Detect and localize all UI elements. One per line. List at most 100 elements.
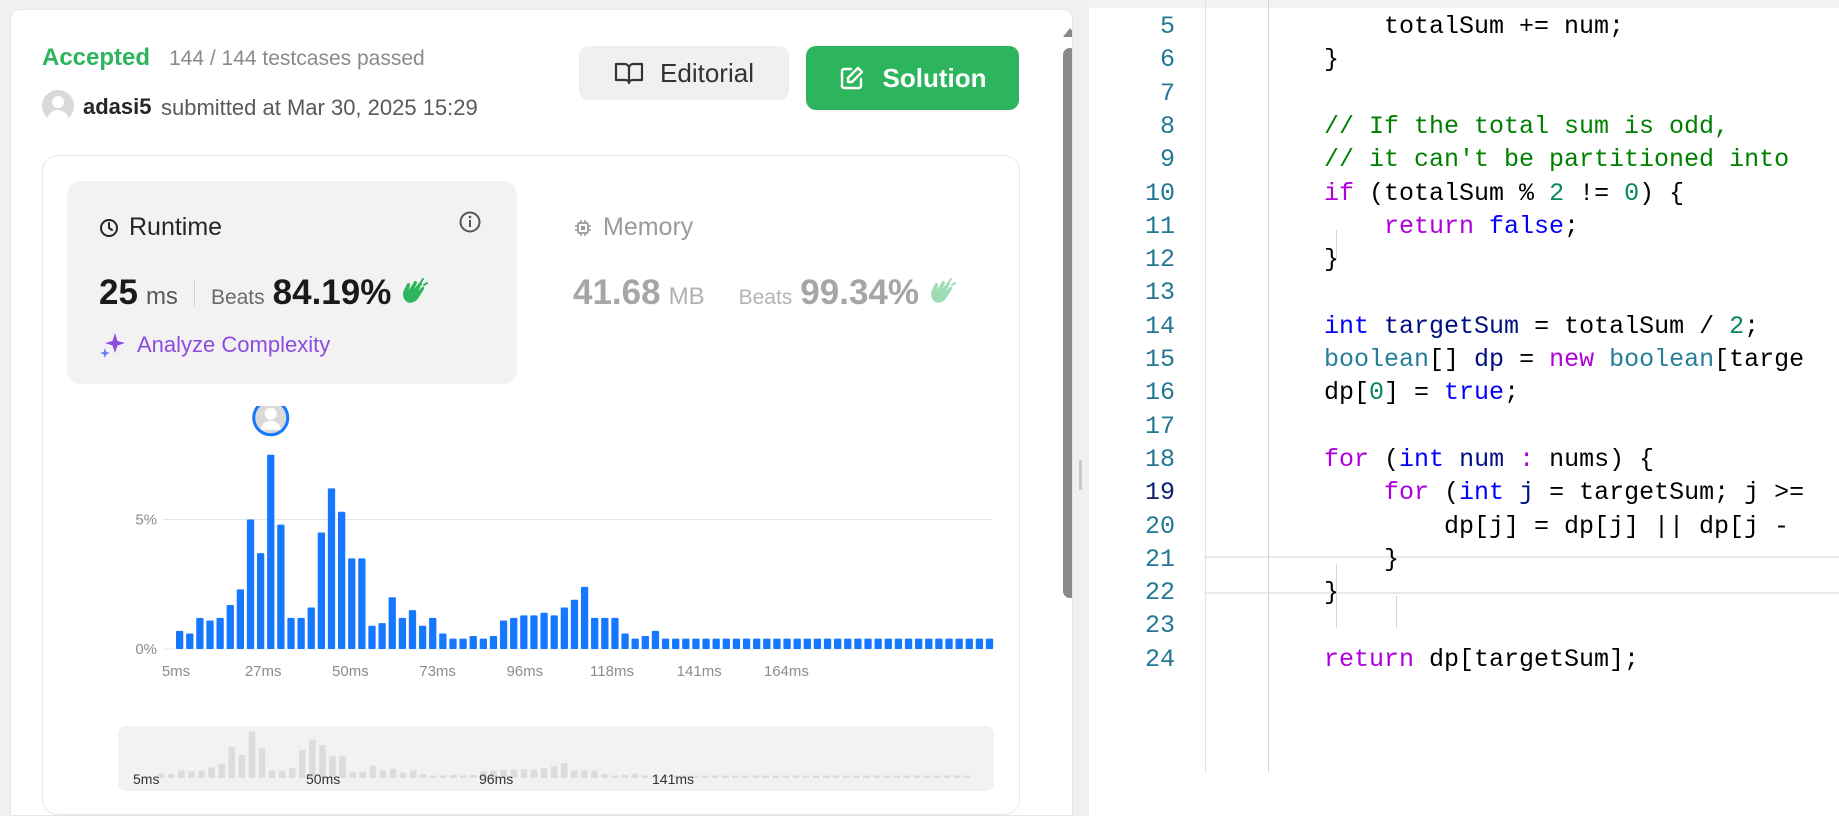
- code-line[interactable]: int targetSum = totalSum / 2;: [1324, 312, 1759, 341]
- runtime-bar[interactable]: [348, 558, 356, 649]
- runtime-bar[interactable]: [692, 638, 700, 649]
- runtime-bar[interactable]: [985, 638, 994, 649]
- runtime-bar[interactable]: [287, 617, 295, 649]
- runtime-bar[interactable]: [844, 638, 852, 649]
- code-line[interactable]: if (totalSum % 2 != 0) {: [1324, 179, 1684, 208]
- runtime-bar[interactable]: [955, 638, 963, 649]
- code-line[interactable]: for (int j = targetSum; j >=: [1384, 478, 1804, 507]
- runtime-bar[interactable]: [742, 638, 751, 649]
- code-line[interactable]: return dp[targetSum];: [1324, 645, 1639, 674]
- runtime-bar[interactable]: [176, 630, 184, 649]
- runtime-bar[interactable]: [196, 617, 204, 649]
- runtime-bar[interactable]: [378, 623, 386, 649]
- runtime-bar[interactable]: [894, 638, 903, 649]
- code-line[interactable]: // If the total sum is odd,: [1324, 112, 1729, 141]
- runtime-bar[interactable]: [540, 612, 548, 649]
- runtime-bar[interactable]: [530, 615, 538, 649]
- runtime-bar[interactable]: [601, 617, 609, 649]
- runtime-bar[interactable]: [641, 636, 649, 649]
- username-link[interactable]: adasi5: [83, 94, 152, 120]
- runtime-bar[interactable]: [651, 630, 660, 649]
- runtime-bar[interactable]: [327, 488, 336, 649]
- runtime-bar[interactable]: [591, 617, 599, 649]
- code-line[interactable]: dp[0] = true;: [1324, 378, 1519, 407]
- runtime-bar[interactable]: [388, 597, 396, 649]
- runtime-bar[interactable]: [783, 638, 791, 649]
- runtime-bar[interactable]: [975, 638, 984, 649]
- scroll-up-arrow-icon[interactable]: [1063, 28, 1072, 37]
- chart-range-slider[interactable]: 5ms 50ms 96ms 141ms: [118, 726, 994, 791]
- runtime-bar[interactable]: [611, 617, 619, 649]
- runtime-bar[interactable]: [722, 638, 730, 649]
- analyze-complexity-link[interactable]: Analyze Complexity: [99, 331, 330, 359]
- runtime-bar[interactable]: [297, 617, 305, 649]
- runtime-distribution-chart[interactable]: 10%5%0%5ms27ms50ms73ms96ms118ms141ms164m…: [103, 406, 1023, 706]
- info-icon[interactable]: [458, 210, 482, 234]
- runtime-bar[interactable]: [489, 636, 498, 649]
- runtime-bar[interactable]: [418, 625, 427, 649]
- runtime-bar[interactable]: [935, 638, 943, 649]
- code-line[interactable]: for (int num : nums) {: [1324, 445, 1654, 474]
- runtime-bar[interactable]: [358, 558, 366, 649]
- code-line[interactable]: boolean[] dp = new boolean[targe: [1324, 345, 1804, 374]
- runtime-bar[interactable]: [246, 519, 255, 650]
- runtime-bar[interactable]: [317, 532, 326, 649]
- runtime-bar[interactable]: [449, 638, 457, 649]
- runtime-bar[interactable]: [621, 633, 629, 649]
- runtime-bar[interactable]: [661, 638, 670, 649]
- runtime-bar[interactable]: [277, 524, 285, 649]
- solution-button[interactable]: Solution: [806, 46, 1019, 110]
- runtime-bar[interactable]: [469, 636, 477, 649]
- code-line[interactable]: }: [1384, 545, 1399, 574]
- runtime-bar[interactable]: [256, 553, 265, 649]
- runtime-bar[interactable]: [672, 638, 680, 649]
- memory-header[interactable]: Memory: [573, 213, 693, 242]
- runtime-bar[interactable]: [398, 617, 407, 649]
- runtime-bar[interactable]: [206, 620, 214, 649]
- runtime-bar[interactable]: [864, 638, 872, 649]
- runtime-bar[interactable]: [459, 638, 467, 649]
- runtime-bar[interactable]: [631, 638, 639, 649]
- runtime-bar[interactable]: [965, 638, 973, 649]
- runtime-bar[interactable]: [479, 638, 487, 649]
- runtime-bar[interactable]: [368, 625, 376, 649]
- runtime-bar[interactable]: [216, 617, 224, 649]
- runtime-bar[interactable]: [945, 638, 953, 649]
- runtime-bar[interactable]: [682, 638, 690, 649]
- runtime-box[interactable]: Runtime 25 ms Beats 84.19% Analyze Compl…: [67, 181, 517, 384]
- runtime-bar[interactable]: [236, 589, 245, 649]
- runtime-bar[interactable]: [337, 511, 346, 649]
- runtime-bar[interactable]: [712, 638, 720, 649]
- runtime-bar[interactable]: [267, 454, 275, 649]
- runtime-bar[interactable]: [803, 638, 811, 649]
- runtime-bar[interactable]: [520, 615, 528, 649]
- runtime-bar[interactable]: [773, 638, 781, 649]
- runtime-bar[interactable]: [580, 586, 589, 649]
- runtime-bar[interactable]: [550, 615, 558, 649]
- code-line[interactable]: // it can't be partitioned into: [1324, 145, 1789, 174]
- user-avatar-icon[interactable]: [42, 90, 74, 122]
- runtime-bar[interactable]: [186, 633, 194, 649]
- runtime-bar[interactable]: [904, 638, 913, 649]
- runtime-bar[interactable]: [408, 610, 417, 649]
- runtime-bar[interactable]: [823, 638, 832, 649]
- runtime-bar[interactable]: [702, 638, 710, 649]
- runtime-bar[interactable]: [753, 638, 761, 649]
- runtime-bar[interactable]: [439, 633, 447, 649]
- runtime-bar[interactable]: [834, 638, 842, 649]
- runtime-bar[interactable]: [813, 638, 822, 649]
- runtime-bar[interactable]: [925, 638, 933, 649]
- runtime-bar[interactable]: [854, 638, 862, 649]
- runtime-bar[interactable]: [307, 607, 315, 649]
- runtime-bar[interactable]: [570, 599, 579, 649]
- runtime-bar[interactable]: [763, 638, 771, 649]
- runtime-bar[interactable]: [874, 638, 882, 649]
- runtime-bar[interactable]: [429, 617, 437, 649]
- runtime-bar[interactable]: [499, 620, 508, 649]
- code-line[interactable]: dp[j] = dp[j] || dp[j -: [1444, 512, 1789, 541]
- runtime-bar[interactable]: [226, 604, 234, 649]
- runtime-bar[interactable]: [732, 638, 741, 649]
- vertical-scrollbar[interactable]: [1063, 48, 1072, 598]
- code-line[interactable]: totalSum += num;: [1384, 12, 1624, 41]
- panel-splitter[interactable]: [1073, 0, 1089, 816]
